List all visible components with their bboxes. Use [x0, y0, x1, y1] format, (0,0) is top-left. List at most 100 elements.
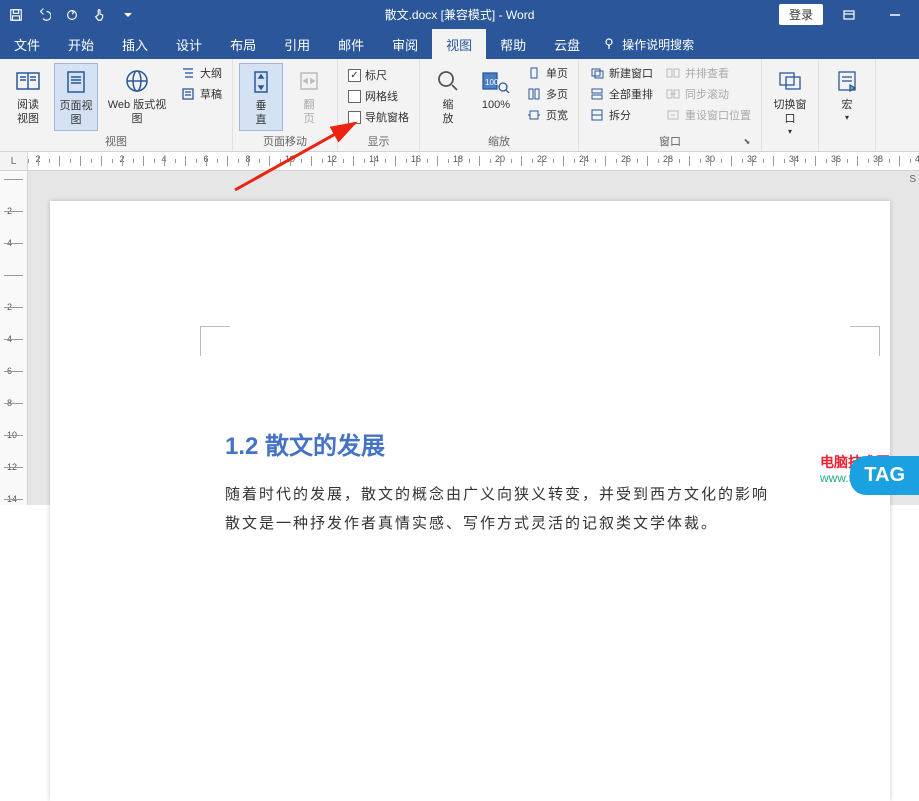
print-layout-button[interactable]: 页面视图 [54, 63, 98, 131]
outline-icon [180, 65, 196, 81]
login-button[interactable]: 登录 [779, 4, 823, 25]
ribbon-display-icon[interactable] [829, 3, 869, 27]
side-by-side-button: 并排查看 [661, 63, 755, 83]
dropdown-icon: ▾ [788, 127, 792, 137]
titlebar-right: 登录 [779, 3, 915, 27]
hundred-icon: 100 [480, 65, 512, 97]
reset-window-pos-button: 重设窗口位置 [661, 105, 755, 125]
switch-window-button[interactable]: 切换窗口 ▾ [768, 63, 812, 139]
gridlines-checkbox[interactable]: 网格线 [344, 86, 413, 106]
macros-button[interactable]: 宏 ▾ [825, 63, 869, 125]
arrange-all-icon [589, 86, 605, 102]
tab-references[interactable]: 引用 [270, 29, 324, 59]
tab-view[interactable]: 视图 [432, 29, 486, 59]
document-page[interactable]: 1.2 散文的发展 随着时代的发展，散文的概念由广义向狭义转变，并受到西方文化的… [50, 201, 890, 801]
tab-layout[interactable]: 布局 [216, 29, 270, 59]
checkbox-icon [348, 111, 361, 124]
ribbon-tabs: 文件 开始 插入 设计 布局 引用 邮件 审阅 视图 帮助 云盘 操作说明搜索 [0, 29, 919, 59]
page-width-button[interactable]: 页宽 [522, 105, 572, 125]
tab-cloud[interactable]: 云盘 [540, 29, 594, 59]
web-layout-button[interactable]: Web 版式视图 [102, 63, 172, 129]
group-show: ✓标尺 网格线 导航窗格 显示 [338, 59, 420, 151]
group-macros: 宏 ▾ [819, 59, 876, 151]
group-views: 阅读 视图 页面视图 Web 版式视图 大纲 草稿 视图 [0, 59, 233, 151]
save-icon[interactable] [4, 3, 28, 27]
macros-icon [831, 65, 863, 97]
selection-marker: S [909, 174, 916, 185]
lightbulb-icon [602, 36, 616, 53]
switch-window-icon [774, 65, 806, 97]
tab-help[interactable]: 帮助 [486, 29, 540, 59]
flip-icon [293, 65, 325, 97]
vertical-icon [245, 66, 277, 98]
group-switch-window: 切换窗口 ▾ [762, 59, 819, 151]
checkbox-checked-icon: ✓ [348, 69, 361, 82]
flip-button: 翻 页 [287, 63, 331, 129]
web-layout-icon [121, 65, 153, 97]
sync-scroll-icon [665, 86, 681, 102]
multi-page-button[interactable]: 多页 [522, 84, 572, 104]
tab-mailings[interactable]: 邮件 [324, 29, 378, 59]
outline-button[interactable]: 大纲 [176, 63, 226, 83]
document-heading[interactable]: 1.2 散文的发展 [225, 426, 385, 461]
one-page-button[interactable]: 单页 [522, 63, 572, 83]
tab-file[interactable]: 文件 [0, 29, 54, 59]
group-label-views: 视图 [6, 131, 226, 151]
page-width-icon [526, 107, 542, 123]
draft-icon [180, 86, 196, 102]
group-label-show: 显示 [344, 131, 413, 151]
tab-home[interactable]: 开始 [54, 29, 108, 59]
tab-insert[interactable]: 插入 [108, 29, 162, 59]
undo-icon[interactable] [32, 3, 56, 27]
margin-marker-tl [200, 326, 230, 356]
split-button[interactable]: 拆分 [585, 105, 657, 125]
group-label-zoom: 缩放 [426, 131, 572, 151]
group-zoom: 缩 放 100 100% 单页 多页 页宽 缩放 [420, 59, 579, 151]
ruler-checkbox[interactable]: ✓标尺 [344, 65, 413, 85]
minimize-icon[interactable] [875, 3, 915, 27]
tab-design[interactable]: 设计 [162, 29, 216, 59]
ruler-horizontal[interactable]: L 2246810121416182022242628303234363840 [0, 152, 919, 171]
tell-me-search[interactable]: 操作说明搜索 [602, 29, 694, 59]
new-window-icon [589, 65, 605, 81]
document-body[interactable]: 随着时代的发展，散文的概念由广义向狭义转变，并受到西方文化的影响 散文是一种抒发… [225, 481, 850, 538]
group-label-window: 窗口⬊ [585, 131, 755, 151]
draft-button[interactable]: 草稿 [176, 84, 226, 104]
svg-text:100: 100 [485, 78, 499, 87]
document-area: 242468101214 1.2 散文的发展 随着时代的发展，散文的概念由广义向… [0, 171, 919, 505]
zoom-button[interactable]: 缩 放 [426, 63, 470, 129]
dropdown-icon: ▾ [845, 113, 849, 123]
tab-selector[interactable]: L [0, 152, 28, 170]
group-page-movement: 垂 直 翻 页 页面移动 [233, 59, 338, 151]
sync-scroll-button: 同步滚动 [661, 84, 755, 104]
tag-badge: TAG [850, 456, 919, 495]
group-window: 新建窗口 全部重排 拆分 并排查看 同步滚动 重设窗口位置 窗口⬊ [579, 59, 762, 151]
print-layout-icon [60, 66, 92, 98]
read-mode-icon [12, 65, 44, 97]
reset-pos-icon [665, 107, 681, 123]
new-window-button[interactable]: 新建窗口 [585, 63, 657, 83]
ribbon: 阅读 视图 页面视图 Web 版式视图 大纲 草稿 视图 垂 直 [0, 59, 919, 152]
navigation-pane-checkbox[interactable]: 导航窗格 [344, 107, 413, 127]
side-by-side-icon [665, 65, 681, 81]
window-title: 散文.docx [兼容模式] - Word [140, 6, 779, 23]
group-label-pagemove: 页面移动 [239, 131, 331, 151]
touch-mode-icon[interactable] [88, 3, 112, 27]
checkbox-icon [348, 90, 361, 103]
vertical-button[interactable]: 垂 直 [239, 63, 283, 131]
hundred-percent-button[interactable]: 100 100% [474, 63, 518, 115]
quick-access-toolbar [4, 3, 140, 27]
split-icon [589, 107, 605, 123]
ruler-vertical[interactable]: 242468101214 [0, 171, 28, 505]
arrange-all-button[interactable]: 全部重排 [585, 84, 657, 104]
margin-marker-tr [850, 326, 880, 356]
title-bar: 散文.docx [兼容模式] - Word 登录 [0, 0, 919, 29]
read-mode-button[interactable]: 阅读 视图 [6, 63, 50, 129]
multi-page-icon [526, 86, 542, 102]
zoom-icon [432, 65, 464, 97]
dialog-launcher-icon[interactable]: ⬊ [741, 137, 753, 149]
qat-customize-icon[interactable] [116, 3, 140, 27]
one-page-icon [526, 65, 542, 81]
redo-icon[interactable] [60, 3, 84, 27]
tab-review[interactable]: 审阅 [378, 29, 432, 59]
